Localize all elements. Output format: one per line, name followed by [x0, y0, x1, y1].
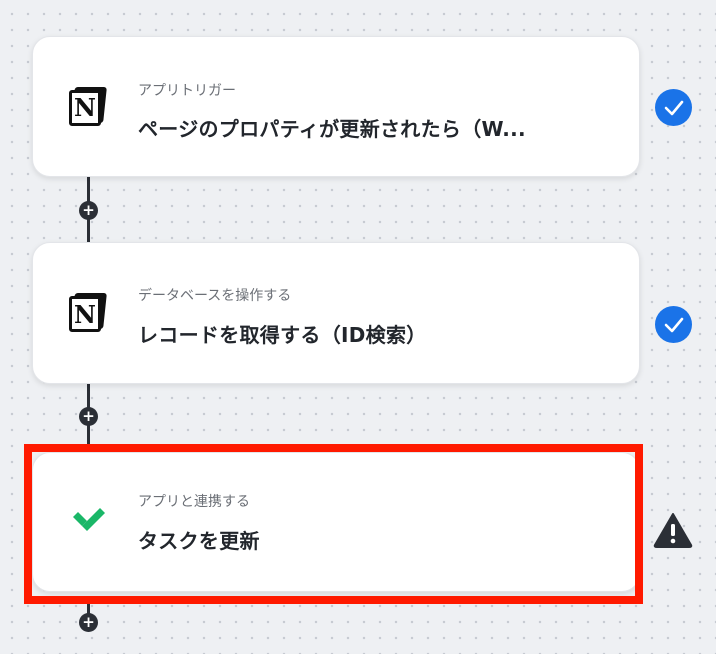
check-icon: [655, 306, 692, 343]
notion-icon: N: [69, 86, 107, 127]
add-step-button[interactable]: +: [79, 613, 98, 632]
flow-step-card[interactable]: N データベースを操作する レコードを取得する（ID検索）: [32, 242, 640, 384]
step-title: タスクを更新: [138, 529, 260, 553]
step-subtitle: アプリトリガー: [138, 83, 236, 99]
wrike-icon: [71, 508, 107, 536]
flow-step-card[interactable]: N アプリトリガー ページのプロパティが更新されたら（W...: [32, 36, 640, 177]
add-step-button[interactable]: +: [79, 407, 98, 426]
step-subtitle: アプリと連携する: [138, 494, 250, 510]
step-title: レコードを取得する（ID検索）: [138, 323, 427, 347]
check-icon: [655, 89, 692, 126]
step-subtitle: データベースを操作する: [138, 288, 292, 304]
add-step-button[interactable]: +: [79, 201, 98, 220]
notion-icon: N: [69, 293, 107, 333]
warning-icon: [653, 512, 693, 552]
flow-step-card[interactable]: アプリと連携する タスクを更新: [32, 452, 640, 592]
step-title: ページのプロパティが更新されたら（W...: [138, 117, 526, 141]
